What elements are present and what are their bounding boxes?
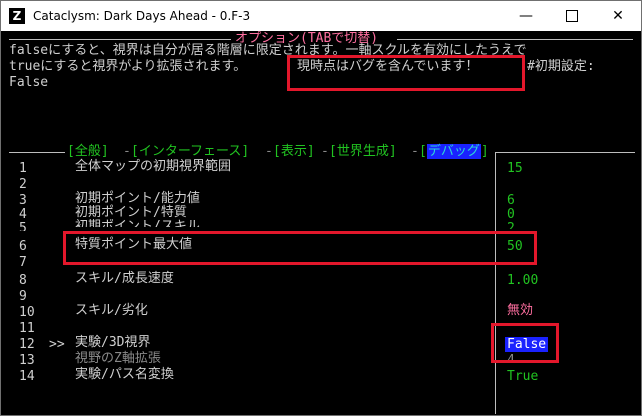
row-number: 13 — [19, 353, 35, 368]
row-number: 14 — [19, 369, 35, 384]
tab-interface[interactable]: [インターフェース] — [131, 144, 249, 160]
minimize-button[interactable]: — — [503, 1, 549, 31]
tab-sep-1: - — [123, 144, 131, 159]
tab-general[interactable]: [全般] — [67, 144, 109, 160]
option-label[interactable]: 初期ポイント/スキル — [75, 219, 200, 227]
top-border-right — [397, 39, 633, 40]
highlight-trait-points — [63, 231, 537, 265]
option-value[interactable]: True — [507, 369, 538, 385]
option-label[interactable]: 視野のZ軸拡張 — [75, 351, 161, 367]
cursor-marker: >> — [49, 337, 65, 352]
option-value[interactable]: 2 — [507, 221, 515, 229]
tab-border-left — [9, 152, 65, 153]
option-label-selected[interactable]: 実験/3D視界 — [75, 335, 150, 351]
row-number: 12 — [19, 337, 35, 352]
tab-debug-open: [ — [419, 144, 427, 159]
tab-debug-close: ] — [480, 144, 489, 159]
option-label[interactable]: スキル/成長速度 — [75, 271, 174, 287]
row-number: 7 — [19, 255, 27, 270]
app-icon: Z — [9, 8, 25, 24]
option-value[interactable]: 1.00 — [507, 273, 538, 289]
description-line-3: False — [9, 75, 49, 90]
description-line-2b: #初期設定: — [527, 59, 595, 74]
tab-worldgen-label: [世界生成] — [329, 144, 397, 159]
window-title: Cataclysm: Dark Days Ahead - 0.F-3 — [33, 9, 251, 23]
option-label[interactable]: 全体マップの初期視界範囲 — [75, 159, 231, 175]
row-number: 9 — [19, 289, 27, 304]
tab-debug-label: デバッグ — [426, 144, 481, 159]
highlight-warning — [287, 55, 525, 91]
maximize-button[interactable] — [549, 1, 595, 31]
tab-interface-label: [インターフェース] — [131, 144, 250, 159]
row-number: 10 — [19, 305, 35, 320]
row-number: 5 — [19, 221, 27, 231]
row-number: 8 — [19, 273, 27, 288]
tab-display-label: [表示] — [273, 144, 315, 159]
maximize-icon — [566, 10, 578, 22]
top-border-left — [9, 39, 231, 40]
tab-border-right — [495, 152, 635, 153]
column-divider — [495, 152, 496, 414]
option-value[interactable]: 15 — [507, 161, 523, 177]
description-line-2a: trueにすると視界がより拡張されます。 — [9, 59, 247, 74]
tab-general-label: [全般] — [67, 144, 109, 159]
row-number: 11 — [19, 321, 35, 336]
option-label[interactable]: 実験/パス名変換 — [75, 367, 174, 383]
tab-sep-2: - — [265, 144, 273, 159]
row-number: 2 — [19, 177, 27, 192]
row-number: 1 — [19, 161, 27, 176]
row-number: 6 — [19, 239, 27, 254]
app-window: Z Cataclysm: Dark Days Ahead - 0.F-3 — ✕… — [0, 0, 642, 416]
option-value[interactable]: 無効 — [507, 303, 533, 319]
option-label[interactable]: スキル/劣化 — [75, 303, 148, 319]
tab-worldgen[interactable]: [世界生成] — [329, 144, 397, 160]
title-bar[interactable]: Z Cataclysm: Dark Days Ahead - 0.F-3 — ✕ — [1, 1, 641, 31]
highlight-3d-value — [491, 323, 559, 363]
tab-sep-3: - — [321, 144, 329, 159]
close-button[interactable]: ✕ — [595, 1, 641, 31]
terminal-area: オプション(TABで切替) falseにすると、視界は自分が居る階層に限定されま… — [1, 31, 641, 415]
tab-display[interactable]: [表示] — [273, 144, 315, 160]
tab-debug[interactable]: [デバッグ] — [419, 144, 489, 160]
tab-sep-4: - — [411, 144, 419, 159]
